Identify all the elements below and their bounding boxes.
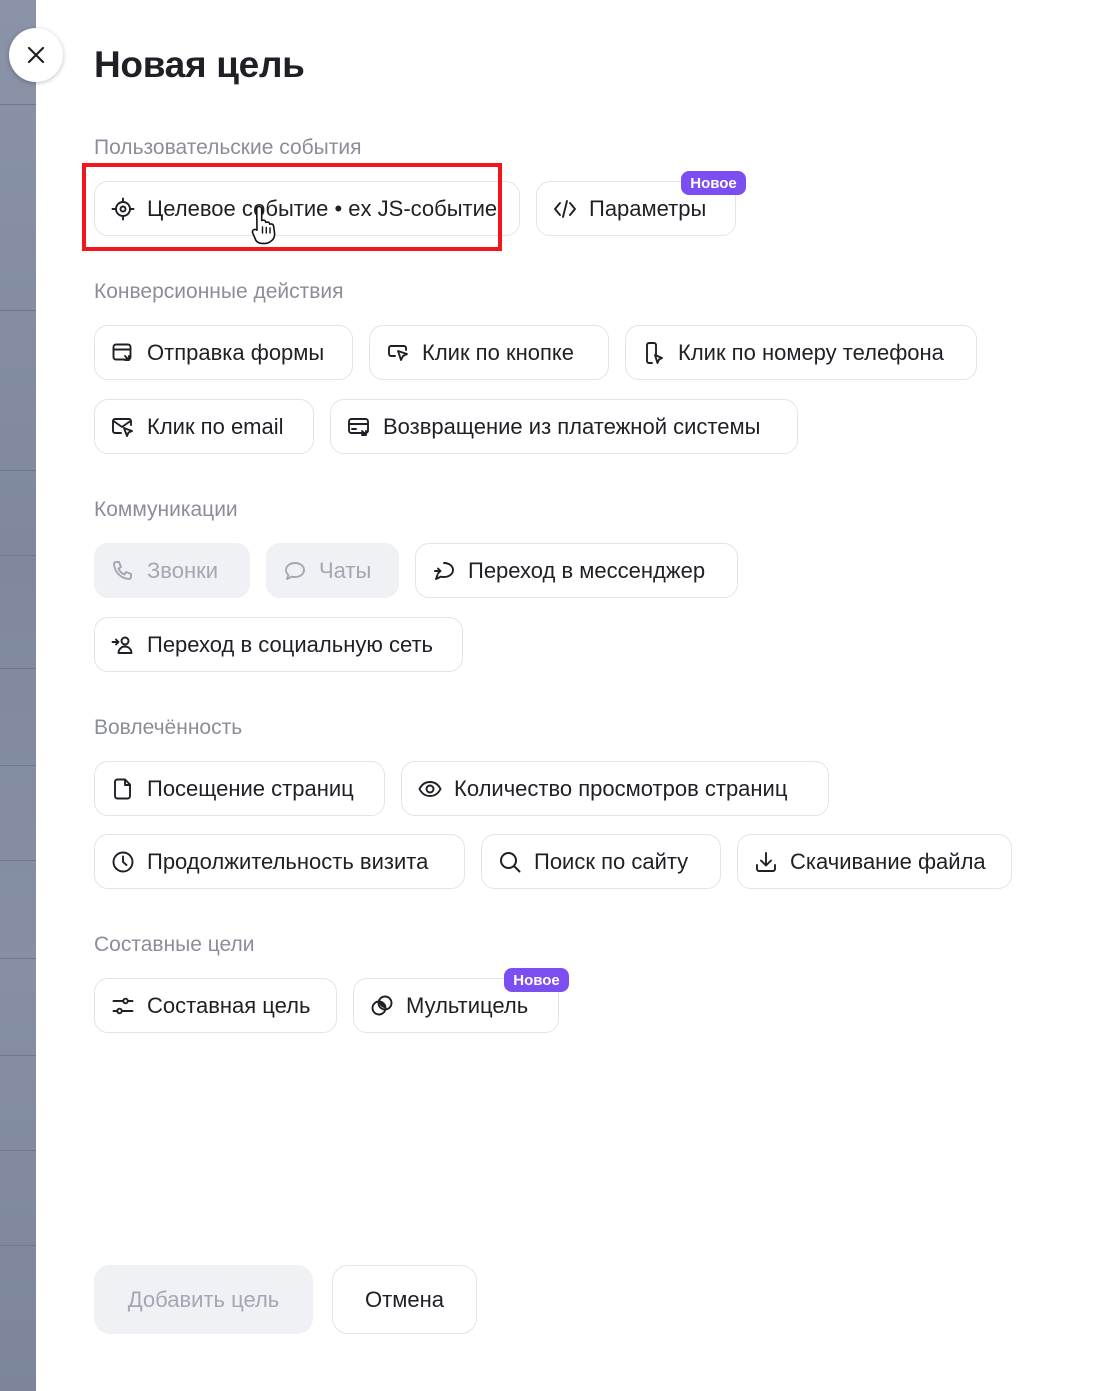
chip-composite-goal[interactable]: Составная цель [94,978,337,1033]
chip-button-click[interactable]: Клик по кнопке [369,325,609,380]
phone-click-icon [642,341,666,365]
chip-visit-duration[interactable]: Продолжительность визита [94,834,465,889]
chip-label: Звонки [147,557,219,583]
chip-label: Чаты [319,557,372,583]
clock-icon [111,850,135,874]
chip-label: Мультицель [406,992,529,1018]
chip-label: Скачивание файла [790,848,986,874]
multigoal-icon [370,994,394,1018]
chip-target-event[interactable]: Целевое событие • ex JS-событие [94,181,520,236]
sliders-icon [111,994,135,1018]
chip-label: Целевое событие • ex JS-событие [147,195,498,221]
section-label-composite: Составные цели [94,933,255,956]
form-submit-icon [111,341,135,365]
chip-payment-return[interactable]: Возвращение из платежной системы [330,399,798,454]
target-icon [111,197,135,221]
chip-label: Составная цель [147,992,311,1018]
chip-label: Переход в социальную сеть [147,631,433,657]
chip-site-search[interactable]: Поиск по сайту [481,834,721,889]
chip-page-views[interactable]: Количество просмотров страниц [401,761,829,816]
button-click-icon [386,341,410,365]
payment-return-icon [347,415,371,439]
section-label-engagement: Вовлечённость [94,716,243,739]
new-badge-multigoal: Новое [504,968,569,992]
chip-social-network[interactable]: Переход в социальную сеть [94,617,463,672]
page-icon [111,777,135,801]
chip-phone-click[interactable]: Клик по номеру телефона [625,325,977,380]
eye-icon [418,777,442,801]
close-icon [27,46,45,64]
chat-icon [283,559,307,583]
chip-label: Переход в мессенджер [468,557,706,583]
chip-label: Поиск по сайту [534,848,689,874]
chip-email-click[interactable]: Клик по email [94,399,314,454]
social-network-icon [111,633,135,657]
page-backdrop [0,0,36,1391]
search-icon [498,850,522,874]
chip-label: Продолжительность визита [147,848,429,874]
chip-label: Отправка формы [147,339,325,365]
add-goal-button[interactable]: Добавить цель [94,1265,313,1334]
section-label-user-events: Пользовательские события [94,136,362,159]
page-title: Новая цель [94,44,305,85]
section-label-communications: Коммуникации [94,498,238,521]
phone-icon [111,559,135,583]
cancel-button[interactable]: Отмена [332,1265,477,1334]
new-badge-parameters: Новое [681,171,746,195]
chip-label: Посещение страниц [147,775,354,801]
chip-page-visits[interactable]: Посещение страниц [94,761,385,816]
chip-label: Клик по email [147,413,284,439]
chip-label: Возвращение из платежной системы [383,413,761,439]
close-button[interactable] [9,28,63,82]
email-click-icon [111,415,135,439]
chip-label: Клик по номеру телефона [678,339,944,365]
chip-messenger[interactable]: Переход в мессенджер [415,543,738,598]
chip-form-submit[interactable]: Отправка формы [94,325,353,380]
section-label-conversion: Конверсионные действия [94,280,344,303]
download-icon [754,850,778,874]
chip-label: Клик по кнопке [422,339,574,365]
chip-label: Количество просмотров страниц [454,775,788,801]
chip-chats: Чаты [266,543,399,598]
chip-file-download[interactable]: Скачивание файла [737,834,1012,889]
code-icon [553,197,577,221]
messenger-icon [432,559,456,583]
chip-label: Параметры [589,195,707,221]
chip-calls: Звонки [94,543,250,598]
